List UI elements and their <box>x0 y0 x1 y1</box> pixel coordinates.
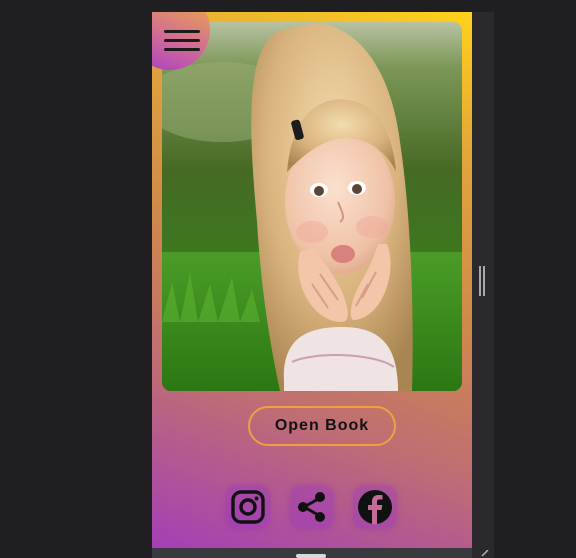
open-book-button[interactable]: Open Book <box>248 406 396 446</box>
resize-handle[interactable] <box>478 266 486 296</box>
child-portrait-image <box>162 22 462 391</box>
phone-app-frame: Open Book <box>152 12 472 548</box>
facebook-icon <box>358 490 392 524</box>
instagram-button[interactable] <box>227 486 269 528</box>
share-button[interactable] <box>291 486 333 528</box>
hero-photo <box>162 22 462 391</box>
facebook-button[interactable] <box>354 486 396 528</box>
instagram-icon <box>231 490 265 524</box>
hamburger-line-icon <box>164 39 200 42</box>
hamburger-line-icon <box>164 48 200 51</box>
back-arrow-icon[interactable] <box>480 550 490 558</box>
home-indicator[interactable] <box>296 554 326 558</box>
share-icon <box>298 492 325 522</box>
hamburger-line-icon <box>164 30 200 33</box>
